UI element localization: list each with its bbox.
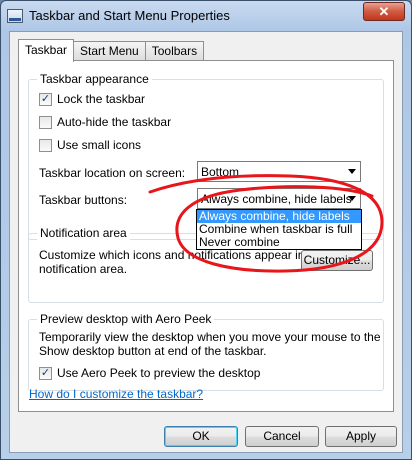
chevron-down-icon [348,196,356,201]
chevron-down-icon [348,169,356,174]
autohide-checkbox[interactable] [39,115,52,129]
taskbar-tab-panel: Taskbar appearance ✓ Lock the taskbar Au… [18,60,394,412]
aero-peek-description-line1: Temporarily view the desktop when you mo… [39,330,381,344]
aero-peek-checkbox[interactable]: ✓ [39,366,52,380]
properties-window: Taskbar and Start Menu Properties ✕ Task… [0,0,412,460]
ok-button[interactable]: OK [164,426,238,447]
title-bar[interactable]: Taskbar and Start Menu Properties ✕ [1,1,411,31]
aero-peek-label: Use Aero Peek to preview the desktop [57,366,261,380]
cancel-button[interactable]: Cancel [245,426,319,447]
apply-button[interactable]: Apply [325,426,397,447]
group-label-appearance: Taskbar appearance [37,72,152,86]
small-icons-checkbox[interactable] [39,138,52,152]
lock-taskbar-checkbox[interactable]: ✓ [39,92,52,106]
taskbar-properties-icon [7,9,23,23]
small-icons-option[interactable]: Use small icons [39,138,141,152]
dialog-client-area: Taskbar Start Menu Toolbars Taskbar appe… [9,31,403,453]
group-label-aero-peek: Preview desktop with Aero Peek [37,312,215,326]
tab-taskbar[interactable]: Taskbar [18,39,75,62]
taskbar-buttons-label: Taskbar buttons: [39,193,128,207]
close-button[interactable]: ✕ [363,2,405,21]
tab-start-menu[interactable]: Start Menu [73,41,146,61]
small-icons-label: Use small icons [57,138,142,152]
notification-description-line1: Customize which icons and notifications … [39,248,325,262]
option-never-combine[interactable]: Never combine [197,236,361,249]
customize-button[interactable]: Customize... [301,250,373,271]
aero-peek-option[interactable]: ✓ Use Aero Peek to preview the desktop [39,366,260,380]
lock-taskbar-option[interactable]: ✓ Lock the taskbar [39,92,145,106]
lock-taskbar-label: Lock the taskbar [57,92,146,106]
location-label: Taskbar location on screen: [39,166,186,180]
autohide-option[interactable]: Auto-hide the taskbar [39,115,171,129]
location-value: Bottom [201,165,240,179]
location-select[interactable]: Bottom [197,161,361,182]
tab-toolbars[interactable]: Toolbars [144,41,205,61]
notification-description-line2: notification area. [39,262,128,276]
window-title: Taskbar and Start Menu Properties [29,8,230,23]
taskbar-buttons-select[interactable]: Always combine, hide labels [197,188,361,209]
autohide-label: Auto-hide the taskbar [57,115,172,129]
help-link[interactable]: How do I customize the taskbar? [29,387,203,401]
aero-peek-description-line2: Show desktop button at end of the taskba… [39,344,267,358]
tab-strip: Taskbar Start Menu Toolbars [18,39,205,62]
group-label-notification: Notification area [37,226,130,240]
taskbar-buttons-value: Always combine, hide labels [201,192,352,206]
aero-peek-group: Preview desktop with Aero Peek Temporari… [28,312,384,391]
taskbar-buttons-dropdown-list: Always combine, hide labels Combine when… [196,209,362,250]
